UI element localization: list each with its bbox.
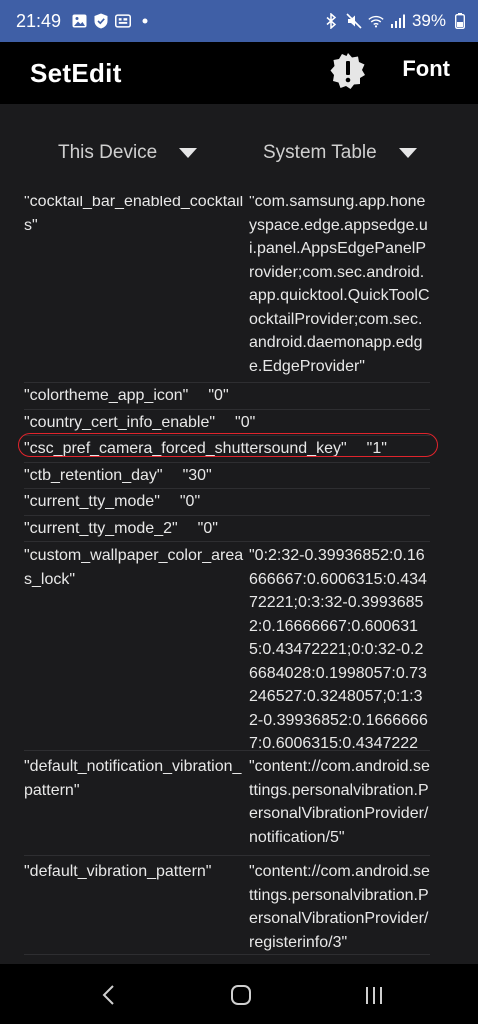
setting-key: "country_cert_info_enable" [24, 413, 216, 431]
back-icon[interactable] [98, 984, 122, 1006]
setting-key: "default_vibration_pattern" [24, 863, 212, 880]
setting-value: "com.samsung.app.honeyspace.edge.appsedg… [249, 196, 430, 375]
selector-row: This Device System Table [0, 104, 478, 200]
app-bar: SetEdit Font [0, 42, 478, 104]
navigation-bar [0, 964, 478, 1024]
status-bar: 21:49 39% [0, 0, 478, 42]
setting-value: "0" [179, 493, 201, 510]
table-dropdown[interactable]: System Table [263, 142, 417, 164]
setting-key: "custom_wallpaper_color_areas_lock" [24, 547, 244, 588]
list-item-highlighted[interactable]: "csc_pref_camera_forced_shuttersound_key… [18, 433, 438, 463]
app-title: SetEdit [30, 57, 122, 88]
list-item[interactable]: "colortheme_app_icon" "0" [24, 383, 430, 410]
list-item[interactable]: "cocktail_bar_enabled_cocktails" "com.sa… [24, 196, 430, 383]
list-item[interactable]: "default_notification_vibration_pattern"… [24, 751, 430, 856]
list-item[interactable]: "current_tty_mode_2" "0" [24, 516, 430, 542]
font-button[interactable]: Font [402, 56, 450, 82]
device-dropdown[interactable]: This Device [58, 142, 198, 164]
battery-icon [452, 13, 468, 29]
table-dropdown-label: System Table [263, 142, 377, 163]
mute-icon [346, 13, 362, 29]
wifi-icon [368, 13, 384, 29]
dropdown-arrow-icon [179, 148, 198, 158]
setting-value: "content://com.android.settings.personal… [249, 863, 430, 951]
settings-list[interactable]: "cocktail_bar_enabled_cocktails" "com.sa… [0, 196, 478, 964]
home-icon[interactable] [229, 984, 253, 1006]
setting-key: "current_tty_mode_2" [24, 519, 178, 537]
setting-value: "0" [235, 413, 256, 431]
dot-icon [137, 13, 153, 29]
setting-value: "0" [197, 519, 218, 537]
image-icon [71, 13, 87, 29]
recents-icon[interactable] [362, 984, 386, 1006]
setting-key: "colortheme_app_icon" [24, 387, 189, 404]
setting-key: "default_notification_vibration_pattern" [24, 758, 242, 799]
alert-badge-icon [330, 53, 365, 89]
cast-icon [115, 13, 132, 29]
setting-value: "30" [182, 466, 212, 484]
dropdown-arrow-icon [398, 148, 417, 158]
highlight-outline [18, 433, 438, 457]
setting-value: "0" [208, 387, 229, 404]
setting-key: "cocktail_bar_enabled_cocktails" [24, 196, 244, 234]
setting-key: "ctb_retention_day" [24, 466, 163, 484]
setting-key: "current_tty_mode" [24, 493, 160, 510]
list-item[interactable]: "ctb_retention_day" "30" [24, 463, 430, 489]
screen: 21:49 39% SetEdit Font This Device Syste… [0, 0, 478, 1024]
status-time: 21:49 [16, 10, 62, 31]
setting-value: "content://com.android.settings.personal… [249, 758, 430, 846]
bluetooth-icon [324, 13, 340, 29]
alert-button[interactable] [328, 51, 368, 91]
list-item[interactable]: "default_vibration_pattern" "content://c… [24, 856, 430, 955]
list-item[interactable]: "current_tty_mode" "0" [24, 489, 430, 516]
device-dropdown-label: This Device [58, 142, 158, 163]
list-item[interactable]: "custom_wallpaper_color_areas_lock" "0:2… [24, 542, 430, 751]
setting-value: "0:2:32-0.39936852:0.16666667:0.6006315:… [249, 547, 428, 751]
shield-icon [93, 13, 109, 29]
signal-icon [390, 13, 406, 29]
battery-percent: 39% [411, 11, 446, 30]
